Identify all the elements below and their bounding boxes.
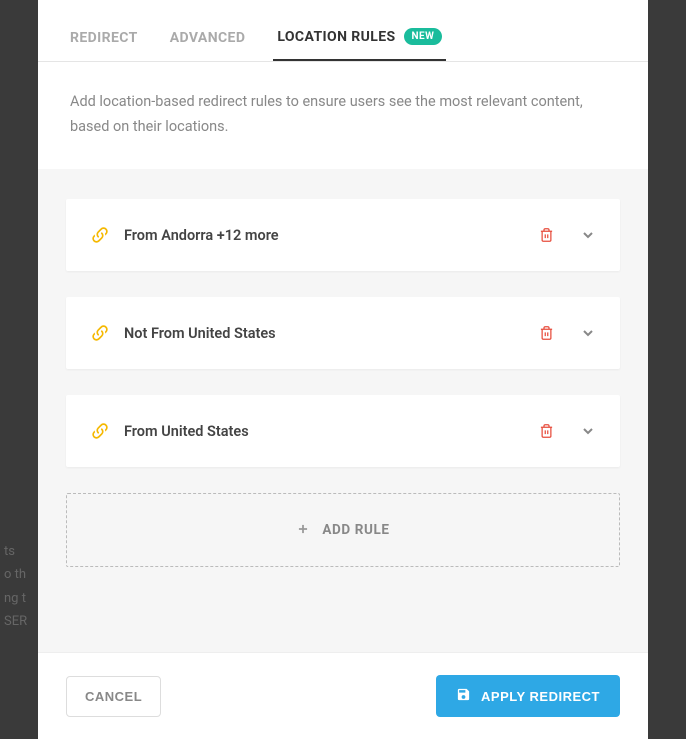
tab-label: LOCATION RULES (277, 29, 395, 45)
link-icon (90, 323, 110, 343)
rule-label: From United States (124, 423, 533, 440)
save-icon (456, 687, 471, 705)
rules-container: From Andorra +12 more Not From United St… (38, 169, 648, 652)
modal-footer: CANCEL APPLY REDIRECT (38, 652, 648, 739)
add-rule-button[interactable]: ADD RULE (66, 493, 620, 567)
add-rule-label: ADD RULE (322, 522, 389, 538)
delete-rule-button[interactable] (533, 319, 560, 347)
tab-redirect[interactable]: REDIRECT (66, 10, 142, 61)
rule-card[interactable]: From United States (66, 395, 620, 467)
button-label: APPLY REDIRECT (481, 689, 600, 704)
description-text: Add location-based redirect rules to ens… (38, 62, 648, 169)
link-icon (90, 421, 110, 441)
link-icon (90, 225, 110, 245)
expand-rule-button[interactable] (578, 319, 598, 347)
chevron-down-icon (580, 423, 596, 439)
rule-label: From Andorra +12 more (124, 227, 533, 244)
plus-icon (296, 521, 310, 540)
chevron-down-icon (580, 227, 596, 243)
trash-icon (539, 325, 554, 341)
chevron-down-icon (580, 325, 596, 341)
new-badge: NEW (404, 28, 443, 45)
expand-rule-button[interactable] (578, 221, 598, 249)
apply-redirect-button[interactable]: APPLY REDIRECT (436, 675, 620, 717)
rule-label: Not From United States (124, 325, 533, 342)
button-label: CANCEL (85, 689, 142, 704)
tab-label: REDIRECT (70, 30, 138, 46)
cancel-button[interactable]: CANCEL (66, 676, 161, 717)
rule-card[interactable]: From Andorra +12 more (66, 199, 620, 271)
expand-rule-button[interactable] (578, 417, 598, 445)
delete-rule-button[interactable] (533, 417, 560, 445)
tab-location-rules[interactable]: LOCATION RULES NEW (273, 10, 446, 61)
redirect-modal: REDIRECT ADVANCED LOCATION RULES NEW Add… (38, 0, 648, 739)
trash-icon (539, 227, 554, 243)
backdrop-obscured-text: tso thng tSER (0, 540, 27, 634)
tab-label: ADVANCED (170, 30, 246, 46)
delete-rule-button[interactable] (533, 221, 560, 249)
tab-bar: REDIRECT ADVANCED LOCATION RULES NEW (38, 10, 648, 62)
tab-advanced[interactable]: ADVANCED (166, 10, 250, 61)
rule-card[interactable]: Not From United States (66, 297, 620, 369)
trash-icon (539, 423, 554, 439)
